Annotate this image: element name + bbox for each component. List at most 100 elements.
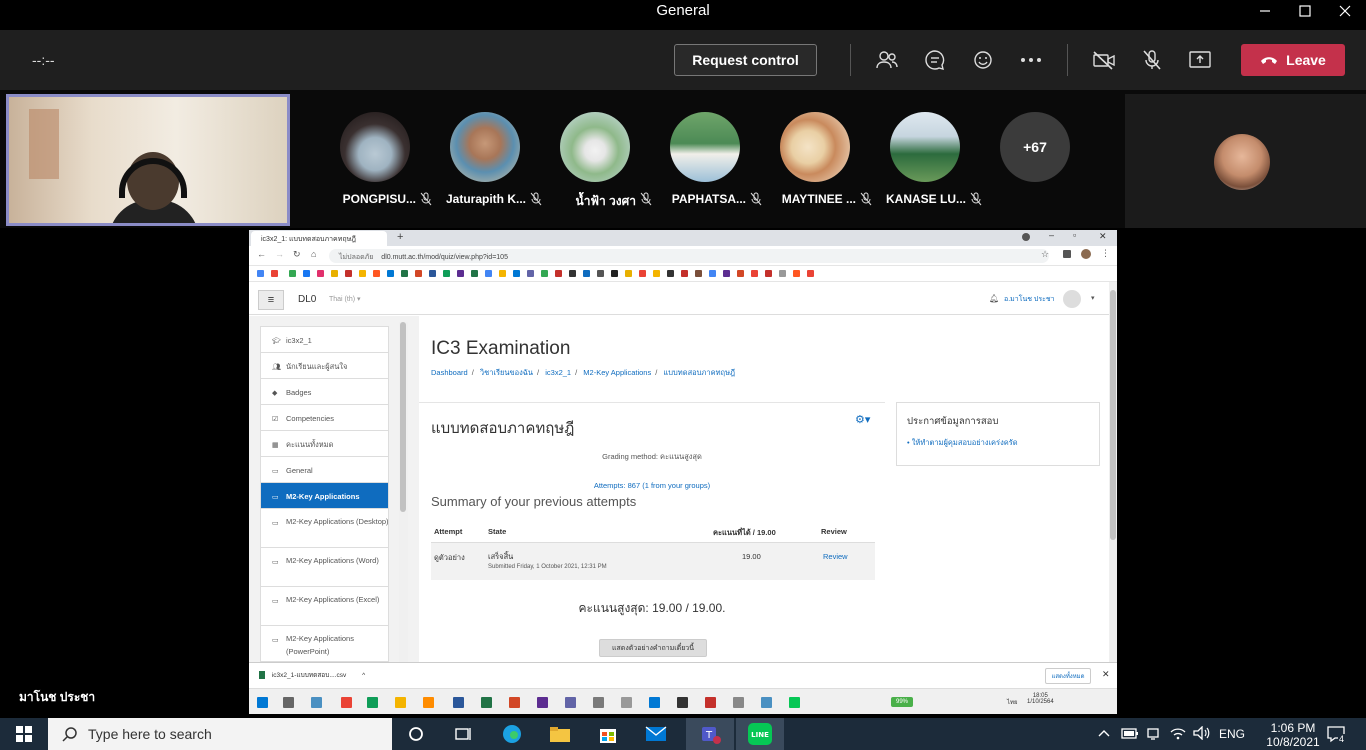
input-language[interactable]: ENG (1219, 727, 1245, 741)
bookmark-icon[interactable] (443, 270, 450, 277)
user-menu-name[interactable]: อ.มาโนช ประชา (1004, 294, 1055, 305)
back-icon[interactable]: ← (257, 249, 266, 259)
attempts-link[interactable]: Attempts: 867 (1 from your groups) (419, 481, 885, 490)
nav-item[interactable]: ◆ Badges (261, 379, 388, 405)
bookmark-icon[interactable] (723, 270, 730, 277)
input-language[interactable]: ไทย (1007, 697, 1018, 707)
nav-item[interactable]: 🎓︎ ic3x2_1 (261, 327, 388, 353)
breadcrumb-item[interactable]: Dashboard (431, 368, 468, 377)
app-icon[interactable] (593, 697, 604, 708)
camera-off-icon[interactable] (1092, 48, 1116, 72)
bookmark-icon[interactable] (271, 270, 278, 277)
nav-scrollbar[interactable] (399, 322, 408, 662)
wifi-icon[interactable] (1170, 726, 1186, 745)
app-icon[interactable] (733, 697, 744, 708)
more-participants-button[interactable]: +67 (1000, 112, 1070, 182)
forward-icon[interactable]: → (275, 249, 284, 259)
bookmark-icon[interactable] (471, 270, 478, 277)
bookmark-icon[interactable] (387, 270, 394, 277)
caret-down-icon[interactable]: ▾ (1091, 294, 1095, 302)
bookmark-icon[interactable] (681, 270, 688, 277)
maximize-button[interactable] (1283, 0, 1327, 22)
vlc-icon[interactable] (423, 697, 434, 708)
bookmark-icon[interactable] (499, 270, 506, 277)
folder-icon[interactable] (395, 697, 406, 708)
breadcrumb-item[interactable]: วิชาเรียนของฉัน (480, 368, 533, 377)
teams-taskbar-button[interactable]: T (686, 718, 734, 750)
extensions-icon[interactable] (1063, 250, 1071, 258)
bookmark-icon[interactable] (653, 270, 660, 277)
volume-icon[interactable] (1193, 725, 1211, 745)
hamburger-menu-button[interactable]: ≡ (258, 290, 284, 310)
nav-item[interactable]: 👥︎ นักเรียนและผู้สนใจ (261, 353, 388, 379)
language-selector[interactable]: Thai (th) ▾ (329, 295, 361, 303)
browser-tab[interactable]: ic3x2_1: แบบทดสอบภาคทฤษฎี (251, 231, 387, 246)
participant-tile[interactable]: MAYTINEE ... (760, 112, 872, 222)
nav-item[interactable]: ▭ M2-Key Applications (Excel) (261, 587, 388, 626)
url-field[interactable]: ไม่ปลอดภัย dl0.mutt.ac.th/mod/quiz/view.… (329, 249, 1049, 263)
taskbar-clock[interactable]: 1:06 PM 10/8/2021 (1258, 721, 1328, 749)
bookmark-icon[interactable] (709, 270, 716, 277)
participant-tile[interactable]: PAPHATSA... (650, 112, 762, 222)
participant-tile[interactable]: PONGPISU... (320, 112, 432, 222)
close-button[interactable] (1323, 0, 1366, 22)
mic-off-icon[interactable] (1140, 48, 1164, 72)
bookmark-icon[interactable] (541, 270, 548, 277)
user-avatar[interactable] (1063, 290, 1081, 308)
network-icon[interactable] (1145, 726, 1161, 745)
line-icon[interactable] (789, 697, 800, 708)
bookmark-icon[interactable] (457, 270, 464, 277)
gear-icon[interactable]: ⚙▾ (855, 413, 870, 426)
word-icon[interactable] (453, 697, 464, 708)
profile-avatar[interactable] (1081, 249, 1091, 259)
minimize-button[interactable] (1243, 0, 1287, 22)
bookmark-icon[interactable] (667, 270, 674, 277)
app-icon[interactable] (311, 697, 322, 708)
notifications-button[interactable]: 4 (1326, 725, 1348, 746)
edge-icon[interactable] (367, 697, 378, 708)
bookmark-icon[interactable] (597, 270, 604, 277)
battery-icon[interactable] (1121, 726, 1139, 745)
bookmark-icon[interactable] (373, 270, 380, 277)
new-tab-icon[interactable]: + (397, 231, 403, 243)
show-all-button[interactable]: แสดงทั้งหมด (1045, 668, 1091, 684)
bookmark-icon[interactable] (527, 270, 534, 277)
bookmark-icon[interactable] (765, 270, 772, 277)
bookmark-icon[interactable] (303, 270, 310, 277)
page-scrollbar[interactable] (1109, 282, 1117, 662)
bookmark-icon[interactable] (639, 270, 646, 277)
bookmark-icon[interactable] (415, 270, 422, 277)
leave-button[interactable]: Leave (1241, 44, 1345, 76)
bookmark-icon[interactable] (625, 270, 632, 277)
app-icon[interactable] (705, 697, 716, 708)
bookmark-icon[interactable] (331, 270, 338, 277)
bookmark-icon[interactable] (317, 270, 324, 277)
bookmark-star-icon[interactable]: ☆ (1041, 249, 1049, 260)
edge-taskbar-button[interactable] (488, 718, 536, 750)
participants-icon[interactable] (875, 48, 899, 72)
bookmark-icon[interactable] (485, 270, 492, 277)
scrollbar-thumb[interactable] (400, 322, 406, 512)
app-icon[interactable] (649, 697, 660, 708)
menu-dots-icon[interactable]: ⋮ (1101, 248, 1110, 259)
breadcrumb-item[interactable]: ic3x2_1 (545, 368, 571, 377)
store-button[interactable] (584, 718, 632, 750)
search-icon[interactable] (283, 697, 294, 708)
bookmark-icon[interactable] (429, 270, 436, 277)
file-explorer-button[interactable] (536, 718, 584, 750)
presenter-video[interactable] (6, 94, 290, 226)
app-icon[interactable] (761, 697, 772, 708)
cortana-button[interactable] (392, 718, 440, 750)
excel-icon[interactable] (481, 697, 492, 708)
chevron-up-icon[interactable]: ^ (362, 672, 365, 679)
more-actions-icon[interactable] (1019, 48, 1043, 72)
chrome-icon[interactable] (341, 697, 352, 708)
bookmark-icon[interactable] (695, 270, 702, 277)
bookmark-icon[interactable] (583, 270, 590, 277)
bookmark-icon[interactable] (611, 270, 618, 277)
review-link[interactable]: Review (823, 552, 848, 561)
bookmark-icon[interactable] (555, 270, 562, 277)
breadcrumb-item[interactable]: M2-Key Applications (583, 368, 651, 377)
restore-icon[interactable]: ▫ (1073, 230, 1076, 240)
reactions-icon[interactable] (971, 48, 995, 72)
